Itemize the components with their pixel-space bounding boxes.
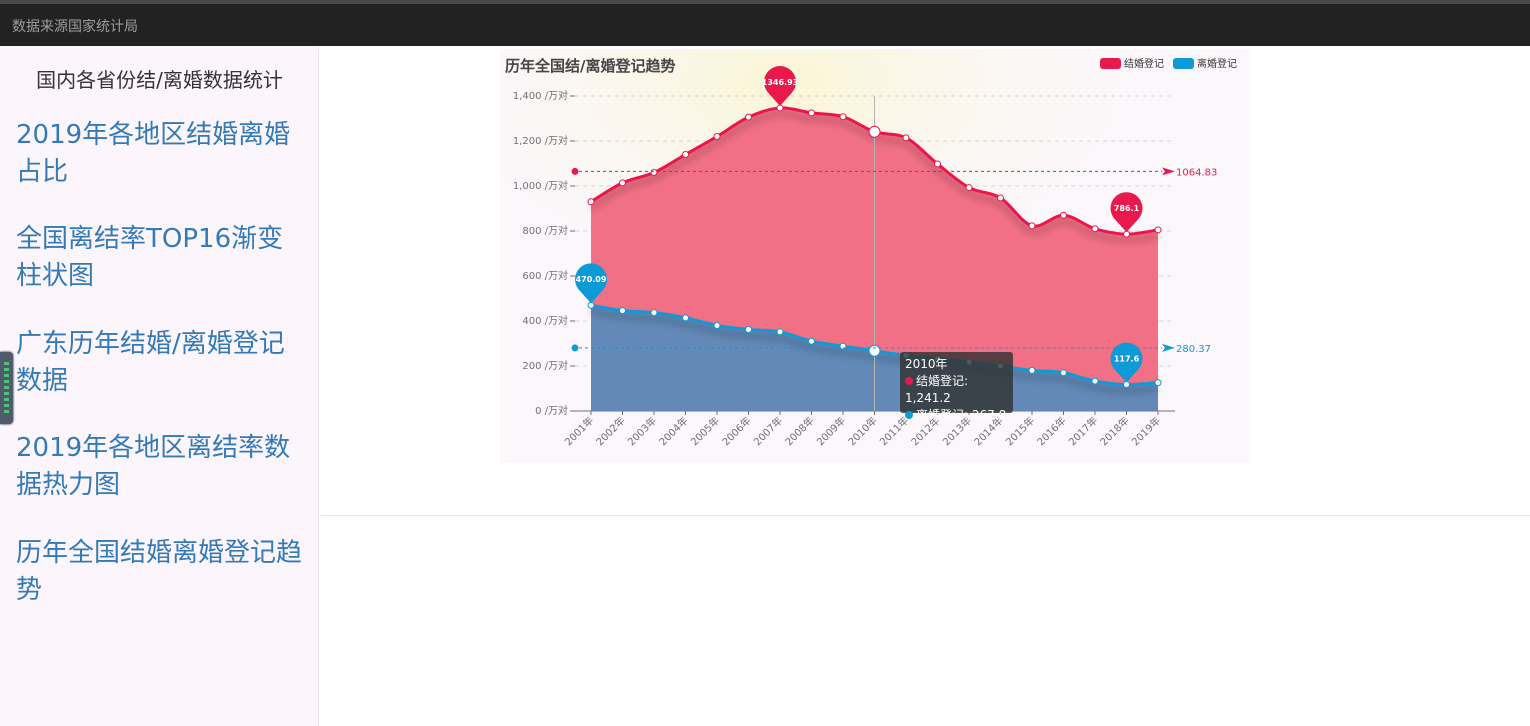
y-tick-label: 200 /万对 — [522, 359, 568, 372]
legend-marriage-icon — [1100, 58, 1121, 69]
divorce-point — [1154, 379, 1162, 387]
sidebar-link-national-trend[interactable]: 历年全国结婚离婚登记趋势 — [16, 535, 306, 609]
content-divider — [320, 515, 1530, 516]
y-tick-label: 600 /万对 — [522, 269, 568, 282]
divorce-point — [868, 344, 881, 357]
marriage-point — [1060, 211, 1067, 219]
marriage-point — [965, 184, 973, 192]
divorce-point — [808, 337, 815, 345]
chart-canvas[interactable]: 历年全国结/离婚登记趋势 结婚登记 离婚登记 0 /万对 200 /万对 400 /万对 6… — [500, 49, 1250, 463]
side-grip-handle[interactable] — [0, 352, 13, 424]
divorce-min-pin-label: 117.6 — [1114, 355, 1140, 364]
top-navbar: 数据来源国家统计局 — [0, 0, 1530, 46]
y-tick-label: 1,400 /万对 — [513, 89, 568, 102]
sidebar-link-top16-bar[interactable]: 全国离结率TOP16渐变柱状图 — [16, 221, 306, 295]
y-tick-label: 1,000 /万对 — [513, 179, 568, 192]
sidebar-link-region-ratio-2019[interactable]: 2019年各地区结婚离婚占比 — [16, 117, 306, 191]
y-tick-label: 400 /万对 — [522, 314, 568, 327]
marriage-point — [808, 109, 815, 117]
legend-divorce-label: 离婚登记 — [1197, 57, 1237, 70]
divorce-max-pin-label: 470.09 — [576, 275, 607, 284]
chart-tooltip: 2010年 结婚登记: 1,241.2 离婚登记: 267.8 — [900, 352, 1013, 422]
marriage-point — [587, 198, 595, 206]
divorce-point — [1091, 377, 1099, 385]
divorce-point — [682, 314, 689, 322]
marriage-average-label: 1064.83 — [1176, 167, 1217, 178]
marriage-point — [650, 169, 658, 176]
marriage-dot-icon — [905, 377, 913, 385]
marriage-min-pin-label: 786.1 — [1114, 204, 1140, 213]
marriage-point — [868, 125, 881, 138]
marriage-point — [997, 194, 1004, 202]
divorce-average-start-dot — [571, 344, 579, 352]
divorce-point — [776, 328, 784, 336]
marriage-average-start-dot — [571, 167, 579, 175]
tooltip-row-divorce: 离婚登记: 267.8 — [905, 407, 1013, 424]
marriage-point — [1154, 226, 1162, 234]
y-tick-label: 800 /万对 — [522, 224, 568, 237]
sidebar-heading: 国内各省份结/离婚数据统计 — [36, 68, 283, 92]
trend-chart[interactable]: 历年全国结/离婚登记趋势 结婚登记 离婚登记 0 /万对 200 /万对 400 /万对 6… — [500, 49, 1250, 463]
legend-marriage-label: 结婚登记 — [1124, 57, 1164, 70]
tooltip-row-marriage: 结婚登记: 1,241.2 — [905, 374, 969, 405]
divorce-point — [713, 322, 721, 329]
sidebar-link-heatmap-2019[interactable]: 2019年各地区离结率数据热力图 — [16, 430, 306, 504]
marriage-point — [1091, 225, 1099, 233]
marriage-point — [839, 113, 847, 121]
divorce-point — [1028, 367, 1036, 374]
sidebar-link-guangdong-history[interactable]: 广东历年结婚/离婚登记数据 — [16, 326, 306, 400]
y-tick-label: 1,200 /万对 — [513, 134, 568, 147]
divorce-average-label: 280.37 — [1176, 344, 1211, 355]
chart-title: 历年全国结/离婚登记趋势 — [505, 57, 675, 75]
divorce-dot-icon — [905, 411, 913, 419]
divorce-point — [650, 309, 658, 317]
navbar-brand[interactable]: 数据来源国家统计局 — [12, 16, 138, 36]
marriage-point — [745, 113, 752, 121]
marriage-point — [1028, 222, 1036, 230]
marriage-point — [713, 133, 721, 140]
marriage-point — [682, 151, 689, 158]
tooltip-year: 2010年 — [905, 357, 948, 371]
divorce-point — [619, 307, 626, 315]
marriage-point — [619, 179, 626, 187]
divorce-point — [745, 326, 752, 334]
legend-divorce-icon — [1173, 58, 1194, 69]
y-tick-label: 0 /万对 — [535, 404, 568, 417]
divorce-point — [1060, 369, 1067, 377]
marriage-point — [902, 134, 910, 142]
sidebar: 国内各省份结/离婚数据统计 2019年各地区结婚离婚占比 全国离结率TOP16渐… — [0, 46, 319, 726]
marriage-point — [934, 160, 941, 168]
marriage-max-pin-label: 1346.93 — [762, 78, 798, 87]
